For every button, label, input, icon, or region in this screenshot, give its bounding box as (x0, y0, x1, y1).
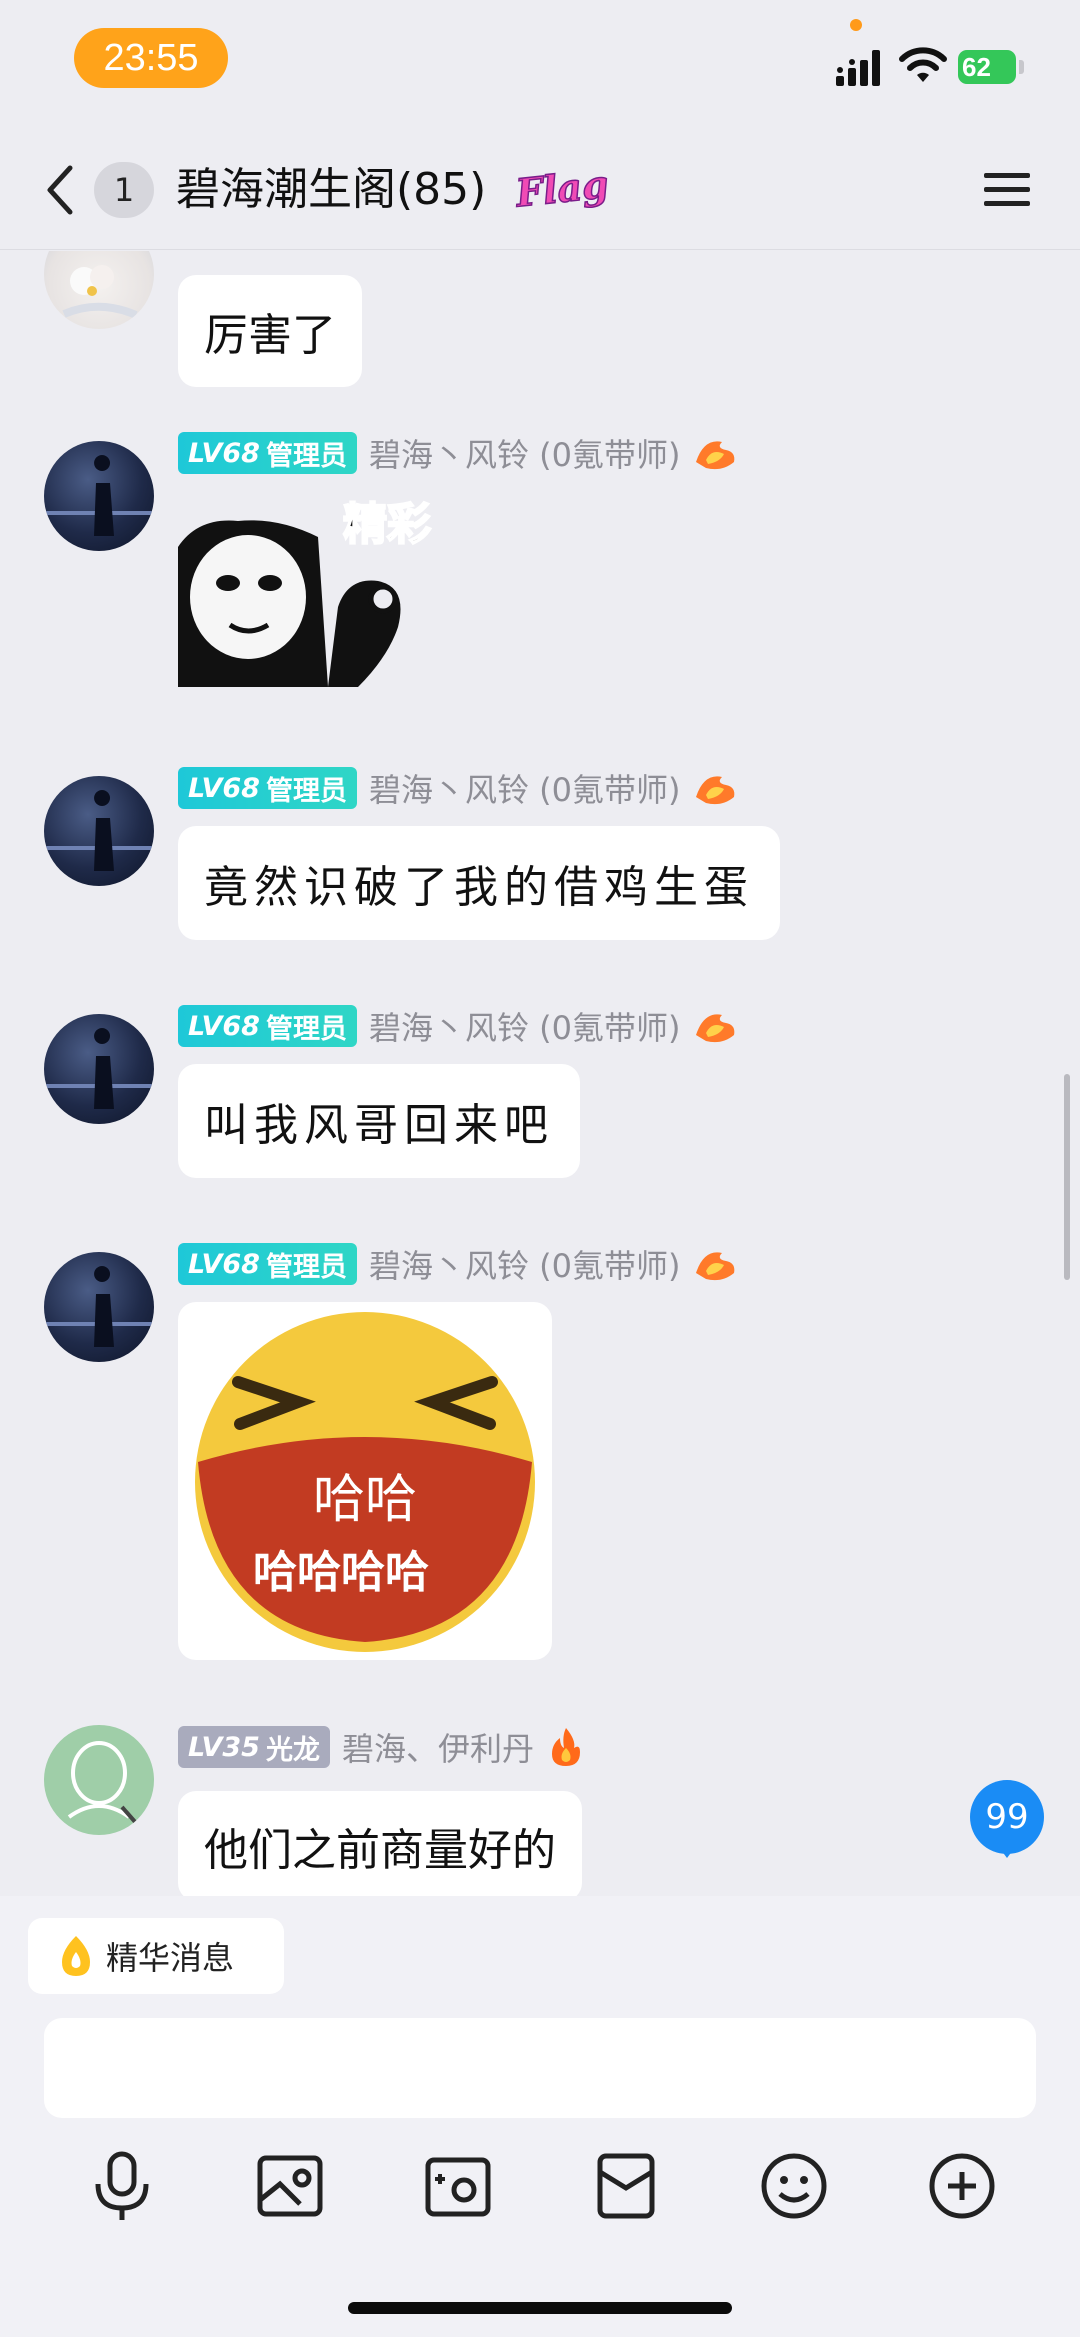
time-pill: 23:55 (74, 28, 228, 88)
sender-meta: LV68 管理员 碧海丶风铃 (0氪带师) (178, 766, 738, 810)
essence-messages-button[interactable]: 精华消息 (28, 1918, 284, 1994)
essence-label: 精华消息 (106, 1939, 235, 1977)
silhouette-avatar-image (44, 455, 154, 536)
message-bubble[interactable]: 叫我风哥回来吧 (178, 1064, 580, 1178)
qq-default-avatar-image (67, 1741, 138, 1825)
chat-header: 1 碧海潮生阁(85) Flag (0, 130, 1080, 250)
fire-dragon-icon (696, 1252, 735, 1281)
role-text: 光龙 (265, 1734, 320, 1766)
avatar[interactable] (44, 1725, 154, 1835)
message-text: 厉害了 (204, 310, 336, 361)
chevron-left-icon[interactable] (38, 160, 82, 220)
level-badge: LV35 光龙 (178, 1726, 330, 1768)
flag-logo: Flag (512, 160, 610, 216)
silhouette-avatar-image (44, 790, 154, 871)
status-bar: 23:55 62 (0, 0, 1080, 130)
emoji-icon[interactable] (754, 2146, 834, 2226)
laughing-sticker[interactable]: 哈哈 哈哈哈哈 (178, 1302, 552, 1660)
cellular-signal-icon (836, 50, 880, 86)
sender-meta: LV35 光龙 碧海、伊利丹 (178, 1725, 586, 1769)
flag-logo-text: Flag (513, 161, 610, 216)
image-icon[interactable] (250, 2146, 330, 2226)
message-text: 竟然识破了我的借鸡生蛋 (204, 862, 754, 913)
battery-indicator: 62 (958, 50, 1016, 84)
scrollbar[interactable] (1064, 1074, 1070, 1280)
avatar[interactable] (44, 1014, 154, 1124)
input-panel: 精华消息 (0, 1896, 1080, 2337)
message-bubble[interactable]: 竟然识破了我的借鸡生蛋 (178, 826, 780, 940)
role-text: 管理员 (265, 440, 347, 472)
input-toolbar (0, 2146, 1080, 2236)
new-messages-badge[interactable]: 99 (970, 1780, 1044, 1854)
silhouette-avatar-image (44, 1266, 154, 1347)
avatar[interactable] (44, 441, 154, 551)
sender-meta: LV68 管理员 碧海丶风铃 (0氪带师) (178, 1242, 738, 1286)
sender-name[interactable]: 碧海、伊利丹 (342, 1724, 534, 1770)
avatar[interactable] (44, 251, 154, 329)
level-badge: LV68 管理员 (178, 432, 357, 474)
unread-count-badge[interactable]: 1 (94, 162, 154, 218)
battery-level: 62 (962, 51, 991, 82)
menu-icon[interactable] (982, 170, 1032, 210)
sender-meta: LV68 管理员 碧海丶风铃 (0氪带师) (178, 1004, 738, 1048)
message-input[interactable] (44, 2018, 1036, 2118)
sticker-caption-line1: 哈哈 (313, 1470, 417, 1530)
role-text: 管理员 (265, 1251, 347, 1283)
level-text: LV68 (188, 437, 260, 469)
battery-cap (1019, 60, 1024, 74)
level-badge: LV68 管理员 (178, 1243, 357, 1285)
recording-dot (850, 19, 862, 31)
group-title[interactable]: 碧海潮生阁(85) (176, 160, 486, 220)
avatar[interactable] (44, 776, 154, 886)
level-text: LV35 (188, 1731, 260, 1763)
message-text: 他们之前商量好的 (204, 1825, 556, 1876)
flower-avatar-image (62, 265, 138, 319)
wifi-icon (899, 47, 947, 82)
red-packet-icon[interactable] (586, 2146, 666, 2226)
message-bubble[interactable]: 他们之前商量好的 (178, 1791, 582, 1896)
sender-meta: LV68 管理员 碧海丶风铃 (0氪带师) (178, 431, 738, 475)
level-badge: LV68 管理员 (178, 767, 357, 809)
level-text: LV68 (188, 1248, 260, 1280)
sender-name[interactable]: 碧海丶风铃 (0氪带师) (369, 1241, 681, 1287)
level-badge: LV68 管理员 (178, 1005, 357, 1047)
message-text: 叫我风哥回来吧 (204, 1100, 554, 1151)
fire-icon (551, 1728, 580, 1766)
message-bubble[interactable]: 厉害了 (178, 275, 362, 387)
avatar[interactable] (44, 1252, 154, 1362)
level-text: LV68 (188, 772, 260, 804)
silhouette-avatar-image (44, 1028, 154, 1109)
level-text: LV68 (188, 1010, 260, 1042)
fire-dragon-icon (696, 441, 735, 470)
sticker-caption: 精彩 (343, 499, 431, 550)
fire-dragon-icon (696, 1014, 735, 1043)
sticker-caption-line2: 哈哈哈哈 (253, 1547, 429, 1598)
camera-icon[interactable] (418, 2146, 498, 2226)
role-text: 管理员 (265, 1013, 347, 1045)
chat-message-list[interactable]: 厉害了 LV68 管理员 碧海丶风铃 (0氪带师) 精彩 LV68 管理员 碧海… (0, 251, 1080, 1896)
panda-sticker-image: 精彩 (178, 487, 438, 687)
role-text: 管理员 (265, 775, 347, 807)
sender-name[interactable]: 碧海丶风铃 (0氪带师) (369, 765, 681, 811)
home-indicator[interactable] (348, 2302, 732, 2314)
sender-name[interactable]: 碧海丶风铃 (0氪带师) (369, 1003, 681, 1049)
badge-tail (998, 1846, 1016, 1858)
plus-icon[interactable] (922, 2146, 1002, 2226)
laughing-emoji-image: 哈哈 哈哈哈哈 (195, 1312, 535, 1652)
flame-badge-icon (62, 1936, 90, 1976)
microphone-icon[interactable] (82, 2146, 162, 2226)
panda-sticker[interactable]: 精彩 (178, 487, 438, 687)
fire-dragon-icon (696, 776, 735, 805)
sender-name[interactable]: 碧海丶风铃 (0氪带师) (369, 430, 681, 476)
